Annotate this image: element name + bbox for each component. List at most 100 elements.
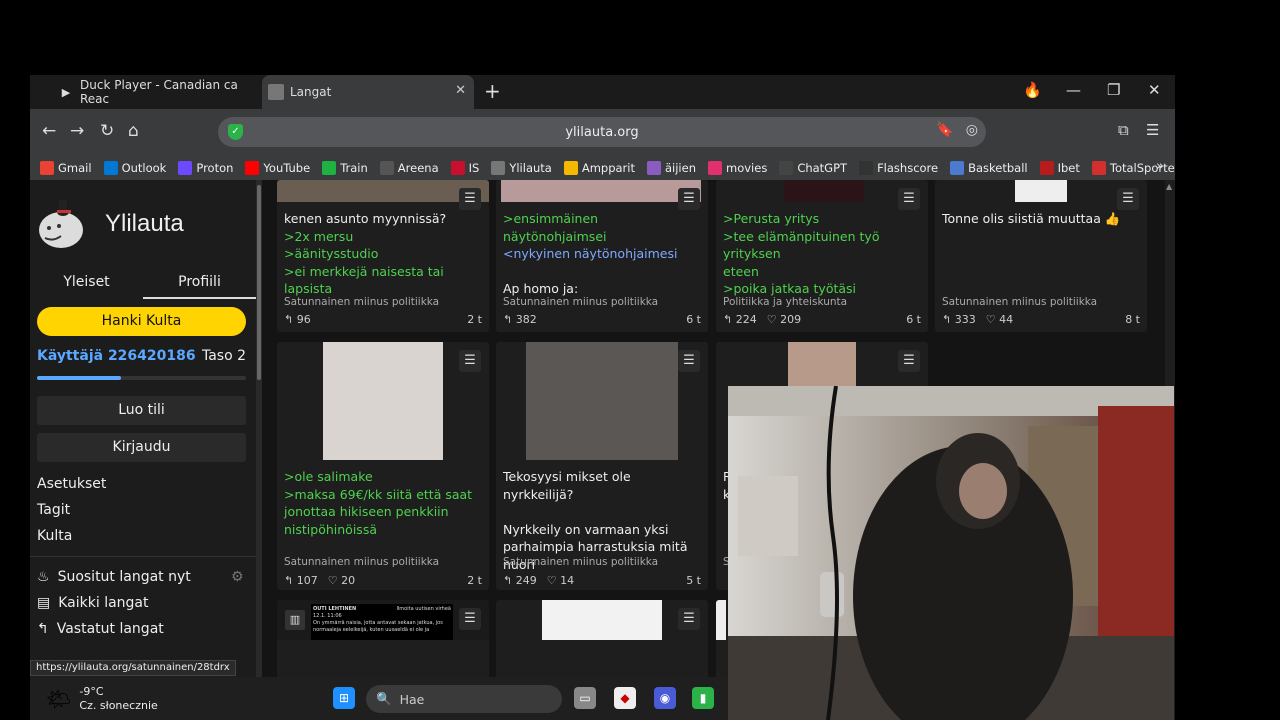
tabs-icon[interactable]: ⧉ xyxy=(1118,121,1129,139)
thread-text-line: eteen xyxy=(723,263,759,279)
login-button[interactable]: Kirjaudu xyxy=(37,433,246,462)
thread-menu-button[interactable]: ☰ xyxy=(459,188,481,210)
create-account-button[interactable]: Luo tili xyxy=(37,396,246,425)
bookmark-item[interactable]: Proton xyxy=(178,160,233,175)
webcam-overlay xyxy=(728,386,1174,720)
bookmark-item[interactable]: Basketball xyxy=(950,160,1028,175)
bookmarks-overflow-icon[interactable]: » xyxy=(1156,159,1164,174)
thread-menu-button[interactable]: ☰ xyxy=(898,188,920,210)
thread-thumbnail[interactable] xyxy=(526,342,678,460)
thread-card[interactable]: ☰ >ensimmäinen näytönohjaimsei <nykyinen n… xyxy=(496,180,708,332)
bookmark-item[interactable]: Train xyxy=(322,160,368,175)
task-view-icon[interactable]: ▭ xyxy=(574,687,596,709)
sidebar-popular-threads[interactable]: ♨ Suositut langat nyt xyxy=(37,569,191,585)
get-gold-button[interactable]: Hanki Kulta xyxy=(37,307,246,336)
app-icon[interactable]: ◆ xyxy=(614,687,636,709)
sidebar-link-gold[interactable]: Kulta xyxy=(37,528,72,544)
shield-icon[interactable]: ✓ xyxy=(228,124,243,140)
thread-thumbnail[interactable] xyxy=(277,180,489,202)
fire-icon[interactable]: 🔥 xyxy=(1023,81,1042,99)
thread-menu-button[interactable]: ☰ xyxy=(459,608,481,630)
thread-category[interactable]: Satunnainen miinus politiikka xyxy=(503,296,658,308)
bookmark-label: Flashscore xyxy=(877,160,939,175)
sidebar-replied-threads[interactable]: ↰ Vastatut langat xyxy=(37,621,164,637)
tab-duck-player[interactable]: ▶ Duck Player - Canadian ca Reac xyxy=(52,75,262,109)
bookmark-item[interactable]: äijien xyxy=(647,160,696,175)
bookmark-item[interactable]: Ylilauta xyxy=(491,160,552,175)
minimize-button[interactable]: — xyxy=(1066,81,1081,99)
thread-card[interactable]: ☰ >ole salimake >maksa 69€/kk siitä että s… xyxy=(277,342,489,590)
like-icon: ♡ xyxy=(985,313,1000,326)
tab-langat[interactable]: Langat ✕ xyxy=(262,75,474,109)
sidebar-scrollbar[interactable] xyxy=(256,180,262,720)
bookmark-icon[interactable]: 🔖 xyxy=(936,122,953,138)
like-count: ♡ 14 xyxy=(547,574,574,587)
bookmark-item[interactable]: Gmail xyxy=(40,160,92,175)
bookmark-item[interactable]: IS xyxy=(450,160,479,175)
thread-menu-button[interactable]: ☰ xyxy=(678,608,700,630)
thread-menu-button[interactable]: ☰ xyxy=(898,350,920,372)
thread-card[interactable]: ☰ Tekosyysi mikset ole nyrkkeilijä? Nyrkke… xyxy=(496,342,708,590)
bookmark-label: YouTube xyxy=(263,160,311,175)
thread-category[interactable]: Politiikka ja yhteiskunta xyxy=(723,296,847,308)
app-icon[interactable]: ◉ xyxy=(654,687,676,709)
weather-widget[interactable]: 🌤 -9°C Cz. słonecznie xyxy=(46,685,158,713)
bookmark-item[interactable]: YouTube xyxy=(245,160,311,175)
like-count-value: 20 xyxy=(341,574,356,587)
new-tab-button[interactable]: + xyxy=(484,79,501,103)
thread-category[interactable]: Satunnainen miinus politiikka xyxy=(942,296,1097,308)
taskbar: 🌤 -9°C Cz. słonecznie ⊞ 🔍 Hae ▭ ◆ ◉ ▮ xyxy=(30,677,730,720)
thread-text: Tonne olis siistiä muuttaa 👍 xyxy=(942,210,1142,228)
tab-yleiset[interactable]: Yleiset xyxy=(30,265,143,299)
close-window-button[interactable]: ✕ xyxy=(1148,81,1161,99)
reply-icon: ↰ xyxy=(284,313,297,326)
thread-category[interactable]: Satunnainen miinus politiikka xyxy=(503,556,658,568)
bookmark-item[interactable]: Ibet xyxy=(1039,160,1080,175)
sidebar-link-settings[interactable]: Asetukset xyxy=(37,476,106,492)
sidebar-item-label: Suositut langat nyt xyxy=(57,569,191,585)
thread-card[interactable]: ☰ Tonne olis siistiä muuttaa 👍 Satunnainen… xyxy=(935,180,1147,332)
bookmark-item[interactable]: movies xyxy=(708,160,767,175)
url-field[interactable]: ✓ ylilauta.org 🔖 ◎ xyxy=(218,117,986,147)
bookmark-item[interactable]: ChatGPT xyxy=(779,160,847,175)
thread-category[interactable]: Satunnainen miinus politiikka xyxy=(284,296,439,308)
bookmark-item[interactable]: Ampparit xyxy=(563,160,635,175)
thread-category[interactable]: Satunnainen miinus politiikka xyxy=(284,556,439,568)
thread-thumbnail[interactable] xyxy=(323,342,443,460)
sidebar-scrollbar-thumb[interactable] xyxy=(257,185,261,380)
thread-thumbnail[interactable] xyxy=(784,180,864,202)
webcam-video xyxy=(728,386,1174,720)
tab-profiili[interactable]: Profiili xyxy=(143,265,256,299)
sidebar-all-threads[interactable]: ▤ Kaikki langat xyxy=(37,595,149,611)
menu-icon[interactable]: ☰ xyxy=(1146,121,1159,139)
bookmark-item[interactable]: Outlook xyxy=(103,160,166,175)
scroll-up-icon[interactable]: ▲ xyxy=(1166,182,1172,191)
forward-icon[interactable]: → xyxy=(70,121,84,141)
chat-icon[interactable]: ◎ xyxy=(966,122,978,138)
thread-thumbnail[interactable] xyxy=(716,600,726,640)
thread-card[interactable]: ☰ kenen asunto myynnissä? >2x mersu >äänity… xyxy=(277,180,489,332)
app-icon[interactable]: ▮ xyxy=(692,687,714,709)
thread-thumbnail[interactable] xyxy=(542,600,662,640)
thread-menu-button[interactable]: ☰ xyxy=(678,350,700,372)
thread-text: kenen asunto myynnissä? >2x mersu >äänitys… xyxy=(284,210,484,298)
bookmark-item[interactable]: Flashscore xyxy=(859,160,939,175)
home-icon[interactable]: ⌂ xyxy=(128,121,139,141)
thread-card[interactable]: ☰ >Perusta yritys >tee elämänpituinen työ … xyxy=(716,180,928,332)
reload-icon[interactable]: ↻ xyxy=(100,121,114,141)
thread-thumbnail[interactable] xyxy=(501,180,701,202)
username[interactable]: Käyttäjä 226420186 xyxy=(37,348,196,364)
gear-icon[interactable]: ⚙ xyxy=(231,569,244,585)
bookmark-item[interactable]: Areena xyxy=(379,160,439,175)
thread-text-line: jonottaa hikiseen penkkiin xyxy=(284,504,449,519)
thread-thumbnail[interactable] xyxy=(1015,180,1067,202)
back-icon[interactable]: ← xyxy=(42,121,56,141)
thread-menu-button[interactable]: ☰ xyxy=(678,188,700,210)
taskbar-search[interactable]: 🔍 Hae xyxy=(366,685,562,713)
sidebar-link-tags[interactable]: Tagit xyxy=(37,502,70,518)
thread-menu-button[interactable]: ☰ xyxy=(1117,188,1139,210)
restore-button[interactable]: ❐ xyxy=(1107,81,1120,99)
start-icon[interactable]: ⊞ xyxy=(333,687,355,709)
thread-menu-button[interactable]: ☰ xyxy=(459,350,481,372)
close-tab-icon[interactable]: ✕ xyxy=(455,83,466,98)
